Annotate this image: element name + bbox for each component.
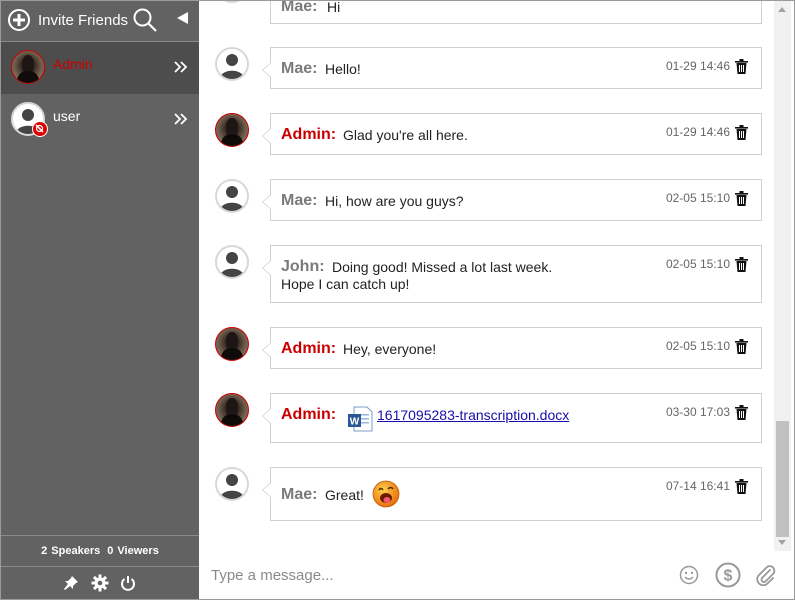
message-text: Great!	[325, 487, 364, 503]
message-text: Doing good! Missed a lot last week.	[332, 259, 553, 275]
message-bubble: Admin: W 1617095283-transcription.docx 0…	[262, 393, 762, 443]
sidebar-header: Invite Friends	[1, 1, 199, 42]
power-icon[interactable]	[120, 575, 136, 591]
trash-icon[interactable]	[735, 59, 748, 74]
sidebar-toolbar	[1, 567, 199, 599]
trash-icon[interactable]	[735, 125, 748, 140]
message-bubble: Mae: Great! 07-14 16:41	[262, 467, 762, 521]
mae-avatar	[215, 1, 249, 3]
chevron-double-right-icon[interactable]	[173, 60, 189, 74]
app-window: Invite Friends Admin user 2 Speakers 0 V…	[0, 0, 795, 600]
message-sender: John:	[281, 258, 325, 275]
svg-text:W: W	[350, 417, 360, 428]
mae-avatar	[215, 467, 249, 501]
scroll-down-arrow-icon[interactable]	[778, 540, 786, 545]
viewers-count: 0	[107, 545, 114, 557]
message-sender: Admin:	[281, 406, 337, 423]
admin-avatar	[215, 113, 249, 147]
message-composer: $	[199, 551, 794, 599]
file-attachment-link[interactable]: 1617095283-transcription.docx	[377, 407, 569, 423]
scrollbar-thumb[interactable]	[776, 421, 789, 537]
message-text: Hi, how are you guys?	[325, 193, 464, 209]
chat-message-list: Mae: Hi Mae: Hello! 01-29 14:46 Admin: G…	[199, 1, 774, 551]
message-text-line2: Hope I can catch up!	[281, 276, 410, 292]
message-timestamp: 03-30 17:03	[665, 405, 730, 419]
svg-text:$: $	[724, 568, 733, 585]
message-bubble: Admin: Glad you're all here. 01-29 14:46	[262, 113, 762, 155]
message-bubble: Mae: Hi, how are you guys? 02-05 15:10	[262, 179, 762, 221]
john-avatar	[215, 245, 249, 279]
message-sender: Mae:	[281, 60, 318, 77]
chevron-double-right-icon[interactable]	[173, 112, 189, 126]
message-sender: Admin:	[281, 126, 337, 143]
dollar-icon[interactable]: $	[715, 562, 741, 588]
message-text: Glad you're all here.	[343, 127, 468, 143]
trash-icon[interactable]	[735, 1, 748, 11]
message-bubble: John: Doing good! Missed a lot last week…	[262, 245, 762, 303]
message-sender: Admin:	[281, 340, 337, 357]
trash-icon[interactable]	[735, 339, 748, 354]
gear-icon[interactable]	[91, 574, 109, 592]
message-timestamp: 02-05 15:10	[665, 191, 730, 205]
admin-avatar	[11, 50, 45, 84]
mae-avatar	[215, 47, 249, 81]
search-icon[interactable]	[132, 7, 158, 33]
message-bubble: Mae: Hello! 01-29 14:46	[262, 47, 762, 89]
speakers-count: 2	[41, 545, 48, 557]
admin-avatar	[215, 327, 249, 361]
message-text: Hey, everyone!	[343, 341, 437, 357]
user-name-admin: Admin	[53, 56, 93, 72]
emoji-picker-icon[interactable]	[679, 565, 699, 585]
message-timestamp: 07-14 16:41	[665, 479, 730, 493]
participant-stats: 2 Speakers 0 Viewers	[1, 535, 199, 567]
user-name-user: user	[53, 108, 81, 124]
speakers-label: Speakers	[51, 545, 101, 557]
plus-circle-icon[interactable]	[8, 9, 30, 31]
tongue-out-emoji-icon	[372, 480, 400, 508]
scroll-up-arrow-icon[interactable]	[778, 7, 786, 12]
trash-icon[interactable]	[735, 479, 748, 494]
trash-icon[interactable]	[735, 257, 748, 272]
message-bubble: Admin: Hey, everyone! 02-05 15:10	[262, 327, 762, 369]
trash-icon[interactable]	[735, 191, 748, 206]
user-list-item-user[interactable]: user	[1, 94, 199, 146]
message-input[interactable]	[211, 561, 661, 589]
pin-icon[interactable]	[63, 575, 79, 591]
invite-friends-label[interactable]: Invite Friends	[38, 12, 128, 29]
mae-avatar	[215, 179, 249, 213]
paperclip-icon[interactable]	[755, 564, 777, 586]
collapse-arrow-icon[interactable]	[176, 11, 189, 25]
trash-icon[interactable]	[735, 405, 748, 420]
word-document-icon: W	[348, 406, 373, 432]
sidebar: Invite Friends Admin user 2 Speakers 0 V…	[1, 1, 199, 599]
chat-scrollbar[interactable]	[774, 1, 791, 551]
message-text: Hi	[327, 1, 341, 15]
message-timestamp: 02-05 15:10	[665, 339, 730, 353]
message-sender: Mae:	[281, 1, 318, 15]
message-sender: Mae:	[281, 486, 318, 503]
message-text: Hello!	[325, 61, 361, 77]
admin-avatar	[215, 393, 249, 427]
muted-badge-icon	[32, 121, 48, 137]
message-bubble: Mae: Hi	[270, 1, 762, 24]
message-sender: Mae:	[281, 192, 318, 209]
viewers-label: Viewers	[117, 545, 159, 557]
message-timestamp: 02-05 15:10	[665, 257, 730, 271]
user-list-item-admin[interactable]: Admin	[1, 42, 199, 94]
message-timestamp: 01-29 14:46	[665, 125, 730, 139]
message-timestamp: 01-29 14:46	[665, 59, 730, 73]
